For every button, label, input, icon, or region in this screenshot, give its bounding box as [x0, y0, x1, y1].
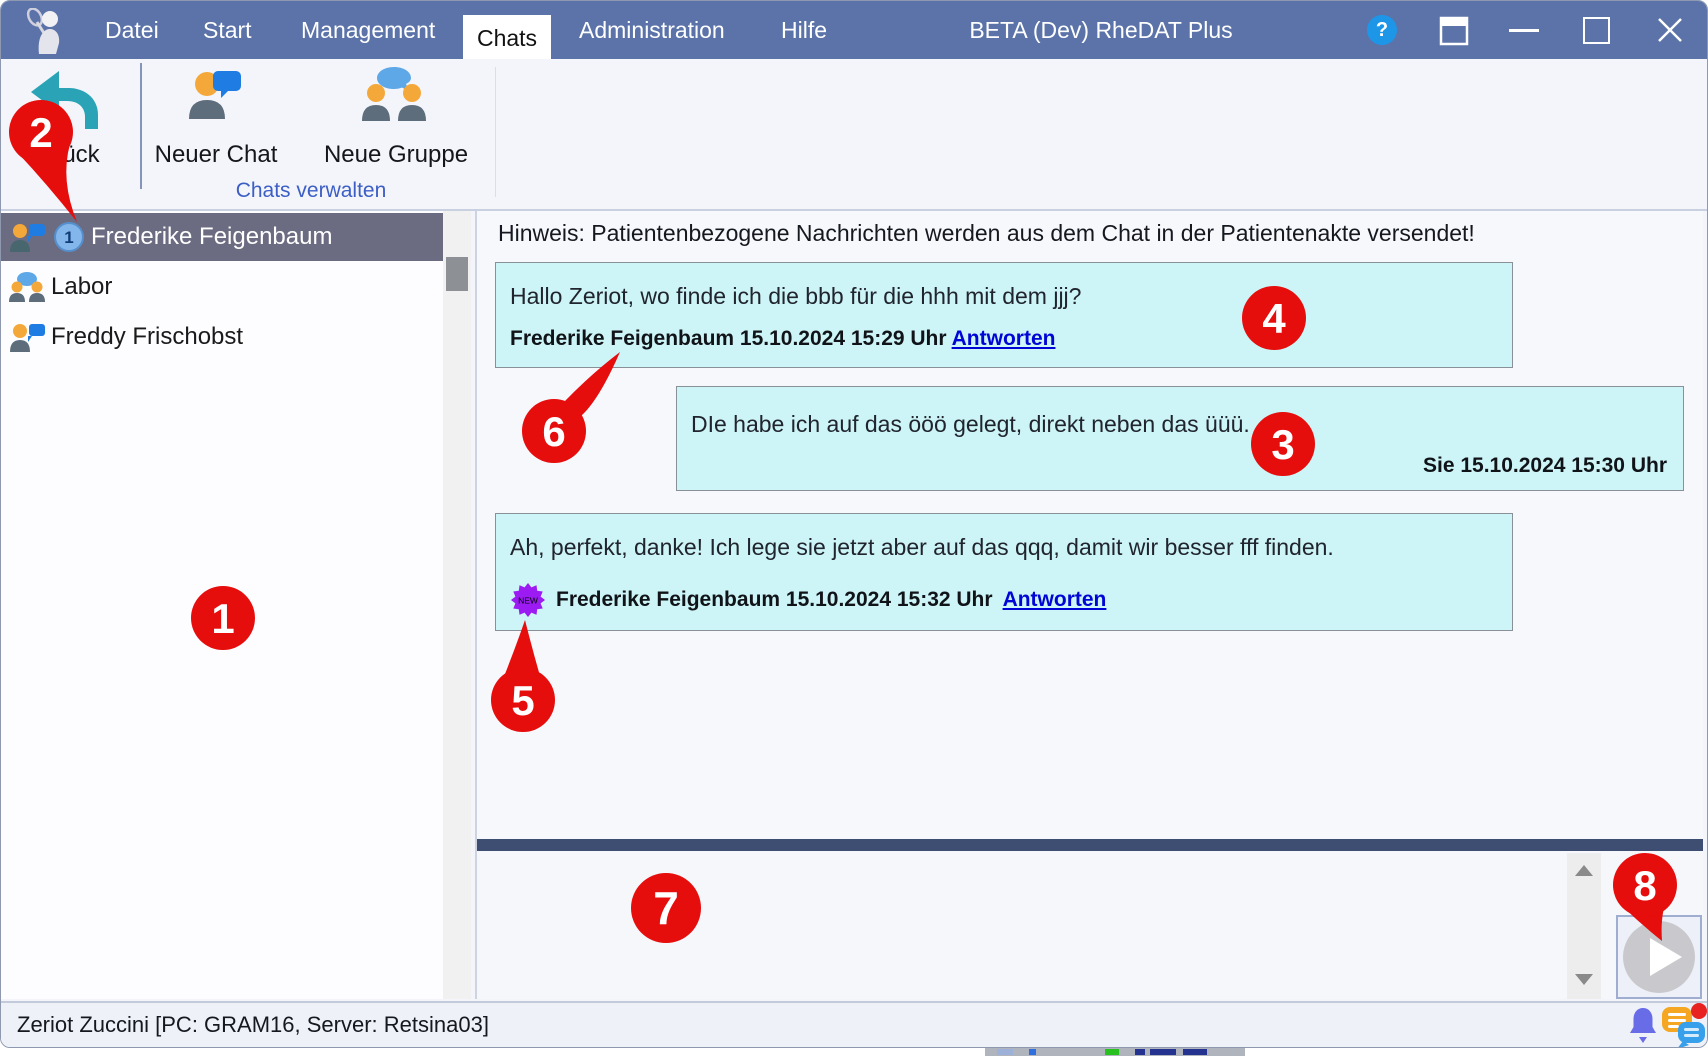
chat-notification-icon[interactable] — [1661, 1003, 1707, 1048]
annotation-marker-8: 8 — [1610, 851, 1680, 949]
sidebar-scrollbar-thumb[interactable] — [446, 257, 468, 291]
taskbar-peek — [985, 1048, 1245, 1056]
ribbon-separator — [140, 63, 142, 189]
input-divider-bar — [477, 839, 1703, 851]
ribbon-group-label: Chats verwalten — [151, 179, 471, 203]
chat-list-item-label: Freddy Frischobst — [51, 313, 243, 361]
app-logo-icon — [25, 8, 67, 54]
annotation-marker-7: 7 — [629, 871, 703, 945]
chat-list-item-label: Frederike Feigenbaum — [91, 213, 332, 261]
chat-list-item-labor[interactable]: Labor — [1, 263, 443, 311]
svg-text:2: 2 — [29, 109, 52, 156]
message-text: Hallo Zeriot, wo finde ich die bbb für d… — [510, 283, 1081, 310]
group-chat-icon — [8, 271, 46, 303]
minimize-icon[interactable] — [1509, 29, 1539, 32]
svg-text:8: 8 — [1633, 862, 1656, 909]
menu-administration[interactable]: Administration — [579, 1, 725, 59]
chat-list-item-freddy[interactable]: Freddy Frischobst — [1, 313, 443, 361]
bell-icon[interactable] — [1628, 1006, 1658, 1046]
annotation-marker-4: 4 — [1240, 284, 1308, 352]
svg-text:5: 5 — [511, 677, 534, 724]
help-icon[interactable]: ? — [1367, 15, 1397, 45]
maximize-icon[interactable] — [1583, 17, 1610, 44]
svg-text:1: 1 — [211, 595, 234, 642]
window-title: BETA (Dev) RheDAT Plus — [931, 1, 1271, 59]
new-chat-icon — [186, 67, 246, 125]
svg-text:3: 3 — [1271, 421, 1294, 468]
menu-start[interactable]: Start — [203, 1, 252, 59]
menu-management[interactable]: Management — [301, 1, 435, 59]
title-bar: Datei Start Management Chats Administrat… — [1, 1, 1707, 59]
new-message-badge-icon: NEW — [510, 582, 546, 618]
status-user-info: Zeriot Zuccini [PC: GRAM16, Server: Rets… — [17, 1003, 489, 1047]
reply-link[interactable]: Antworten — [1003, 588, 1107, 612]
menu-tab-chats-active[interactable]: Chats — [463, 15, 551, 59]
message-meta: Sie 15.10.2024 15:30 Uhr — [1423, 454, 1667, 478]
new-chat-button-label: Neuer Chat — [141, 141, 291, 169]
input-scrollbar[interactable] — [1567, 853, 1601, 999]
message-bubble-incoming: Ah, perfekt, danke! Ich lege sie jetzt a… — [495, 513, 1513, 631]
svg-text:7: 7 — [653, 882, 679, 934]
annotation-marker-3: 3 — [1249, 410, 1317, 478]
ribbon-group-separator — [495, 67, 496, 197]
reply-link[interactable]: Antworten — [952, 327, 1056, 350]
menu-hilfe[interactable]: Hilfe — [781, 1, 827, 59]
svg-text:4: 4 — [1262, 295, 1286, 342]
scroll-down-icon[interactable] — [1575, 974, 1593, 985]
annotation-marker-6: 6 — [519, 344, 639, 464]
message-text: Ah, perfekt, danke! Ich lege sie jetzt a… — [510, 534, 1334, 561]
close-icon[interactable] — [1655, 15, 1685, 45]
message-bubble-incoming: Hallo Zeriot, wo finde ich die bbb für d… — [495, 262, 1513, 368]
scroll-up-icon[interactable] — [1575, 865, 1593, 876]
new-group-button-label: Neue Gruppe — [301, 141, 491, 169]
dock-window-icon[interactable] — [1439, 16, 1469, 46]
ribbon-toolbar: Zurück Neuer Chat Neue Gruppe Chats verw… — [1, 59, 1707, 209]
annotation-marker-1: 1 — [190, 585, 256, 651]
message-bubble-outgoing: DIe habe ich auf das ööö gelegt, direkt … — [676, 386, 1684, 491]
status-bar: Zeriot Zuccini [PC: GRAM16, Server: Rets… — [1, 1001, 1707, 1048]
annotation-marker-5: 5 — [488, 616, 558, 736]
message-meta: Frederike Feigenbaum 15.10.2024 15:32 Uh… — [556, 588, 993, 612]
person-chat-icon — [9, 322, 47, 354]
svg-text:NEW: NEW — [518, 596, 538, 606]
app-window: Datei Start Management Chats Administrat… — [0, 0, 1708, 1048]
annotation-marker-2: 2 — [5, 96, 85, 228]
menu-datei[interactable]: Datei — [105, 1, 159, 59]
svg-text:6: 6 — [542, 408, 565, 455]
message-text: DIe habe ich auf das ööö gelegt, direkt … — [691, 411, 1250, 438]
chat-list-item-label: Labor — [51, 263, 112, 311]
new-group-icon — [361, 65, 427, 123]
sidebar-scrollbar[interactable] — [443, 211, 471, 999]
patient-hint-text: Hinweis: Patientenbezogene Nachrichten w… — [498, 220, 1475, 247]
